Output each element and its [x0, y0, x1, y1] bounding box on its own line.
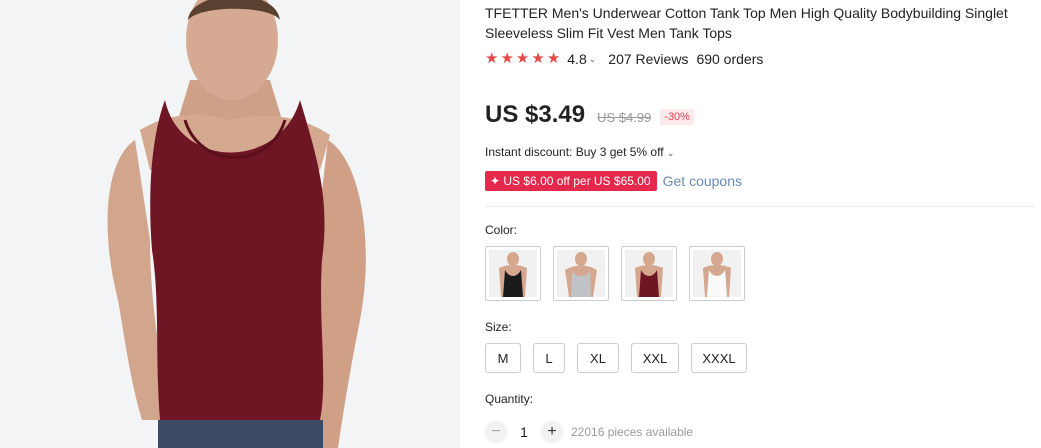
color-thumbnail	[557, 250, 605, 297]
color-label: Color:	[485, 223, 518, 237]
orders-count: 690 orders	[696, 51, 764, 67]
rating-stars: ★ ★ ★ ★ ★	[485, 51, 560, 67]
color-thumbnail	[693, 250, 741, 297]
available-stock: 22016 pieces available	[571, 425, 694, 439]
star-icon: ★	[500, 50, 514, 67]
get-coupons-link[interactable]: Get coupons	[663, 173, 742, 189]
current-price: US $3.49	[485, 101, 586, 128]
color-thumbnail	[489, 250, 537, 297]
size-option-l[interactable]: L	[533, 343, 565, 373]
instant-discount[interactable]: Instant discount: Buy 3 get 5% off ⌄	[485, 145, 674, 159]
color-options	[485, 246, 745, 301]
rating-value[interactable]: 4.8	[567, 51, 586, 67]
minus-icon[interactable]: −	[485, 421, 507, 443]
product-main-image[interactable]	[0, 0, 460, 448]
coupon-badge[interactable]: ✦ US $6.00 off per US $65.00	[485, 171, 657, 191]
color-option-white[interactable]	[689, 246, 745, 301]
coupon-row: ✦ US $6.00 off per US $65.00 Get coupons	[485, 171, 742, 191]
chevron-down-icon: ⌄	[666, 148, 675, 158]
quantity-stepper: − 1 + 22016 pieces available	[485, 421, 693, 443]
product-title: TFETTER Men's Underwear Cotton Tank Top …	[485, 5, 1008, 41]
star-icon: ★	[485, 50, 499, 67]
plus-icon[interactable]: +	[541, 421, 563, 443]
quantity-value[interactable]: 1	[507, 424, 541, 440]
original-price: US $4.99	[597, 110, 652, 125]
color-option-burgundy[interactable]	[621, 246, 677, 301]
size-option-m[interactable]: M	[485, 343, 521, 373]
size-label: Size:	[485, 320, 512, 334]
reviews-link[interactable]: 207 Reviews	[608, 51, 688, 67]
size-option-xxxl[interactable]: XXXL	[691, 343, 747, 373]
size-option-xl[interactable]: XL	[577, 343, 619, 373]
instant-discount-text: Instant discount: Buy 3 get 5% off	[485, 145, 664, 159]
star-icon: ★	[531, 50, 545, 67]
size-options: M L XL XXL XXXL	[485, 343, 747, 373]
price-row: US $3.49 US $4.99 -30%	[485, 101, 694, 129]
color-thumbnail	[625, 250, 673, 297]
product-detail-panel: TFETTER Men's Underwear Cotton Tank Top …	[485, 0, 1041, 448]
size-option-xxl[interactable]: XXL	[631, 343, 679, 373]
star-icon: ★	[515, 50, 530, 67]
color-option-black[interactable]	[485, 246, 541, 301]
divider	[485, 206, 1035, 207]
model-photo	[0, 0, 460, 448]
quantity-label: Quantity:	[485, 392, 534, 406]
chevron-down-icon[interactable]: ⌄	[589, 54, 597, 65]
star-icon: ★	[546, 50, 561, 67]
discount-badge: -30%	[660, 109, 694, 125]
color-option-gray[interactable]	[553, 246, 609, 301]
rating-row: ★ ★ ★ ★ ★ 4.8 ⌄ 207 Reviews 690 orders	[485, 51, 764, 68]
